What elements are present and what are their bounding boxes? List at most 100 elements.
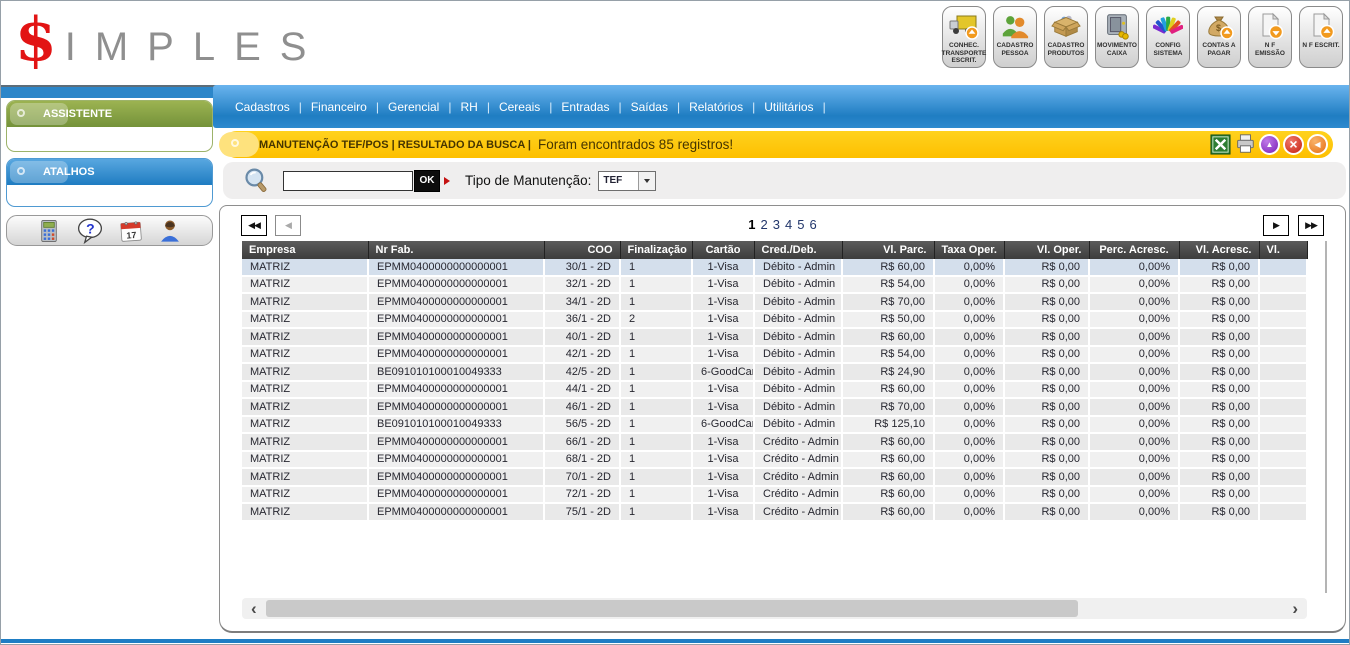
- menu-separator: |: [823, 100, 826, 114]
- column-header-taxa-oper[interactable]: Taxa Oper.: [934, 241, 1004, 259]
- table-cell: 1: [620, 416, 692, 434]
- table-cell: Débito - Admin: [754, 276, 842, 294]
- table-cell: 1: [620, 451, 692, 469]
- user-icon[interactable]: [157, 218, 183, 244]
- column-header-vl-parc[interactable]: Vl. Parc.: [842, 241, 934, 259]
- table-row[interactable]: MATRIZEPMM040000000000000168/1 - 2D11-Vi…: [242, 451, 1307, 469]
- column-header-vl-acresc[interactable]: Vl. Acresc.: [1179, 241, 1259, 259]
- column-header-finalizacao[interactable]: Finalização: [620, 241, 692, 259]
- column-header-vl[interactable]: Vl.: [1259, 241, 1307, 259]
- page-current[interactable]: 1: [748, 217, 755, 232]
- table-row[interactable]: MATRIZBE09101010001004933356/5 - 2D16-Go…: [242, 416, 1307, 434]
- close-icon[interactable]: ×: [1283, 134, 1304, 155]
- table-row[interactable]: MATRIZEPMM040000000000000175/1 - 2D11-Vi…: [242, 503, 1307, 521]
- menu-item-utilitarios[interactable]: Utilitários: [764, 100, 813, 114]
- excel-export-icon[interactable]: [1209, 133, 1231, 155]
- search-bar: OK Tipo de Manutenção: TEF: [223, 162, 1346, 199]
- column-header-coo[interactable]: COO: [544, 241, 620, 259]
- main-menu-bar: Cadastros|Financeiro|Gerencial|RH|Cereai…: [213, 85, 1350, 128]
- scroll-right-icon[interactable]: ›: [1292, 598, 1298, 619]
- search-input[interactable]: [283, 171, 413, 191]
- table-cell: EPMM0400000000000001: [368, 276, 544, 294]
- print-icon[interactable]: [1234, 133, 1256, 155]
- column-header-empresa[interactable]: Empresa: [242, 241, 368, 259]
- assistente-panel-header[interactable]: ASSISTENTE: [7, 101, 212, 127]
- table-cell: R$ 0,00: [1004, 328, 1089, 346]
- table-cell: R$ 60,00: [842, 451, 934, 469]
- toolbar-button-movimento-caixa[interactable]: MOVIMENTO CAIXA: [1095, 6, 1139, 68]
- page-link-4[interactable]: 4: [785, 217, 792, 232]
- table-cell: 0,00%: [934, 381, 1004, 399]
- table-cell: 1-Visa: [692, 293, 754, 311]
- table-row[interactable]: MATRIZEPMM040000000000000136/1 - 2D21-Vi…: [242, 311, 1307, 329]
- atalhos-panel-header[interactable]: ATALHOS: [7, 159, 212, 185]
- pagination-last-button[interactable]: ▶▶: [1298, 215, 1324, 236]
- table-cell: 0,00%: [934, 328, 1004, 346]
- table-row[interactable]: MATRIZEPMM040000000000000144/1 - 2D11-Vi…: [242, 381, 1307, 399]
- back-icon[interactable]: ◀: [1307, 134, 1328, 155]
- column-header-vl-oper[interactable]: Vl. Oper.: [1004, 241, 1089, 259]
- menu-item-gerencial[interactable]: Gerencial: [388, 100, 439, 114]
- toolbar-button-cadastro-produtos[interactable]: CADASTRO PRODUTOS: [1044, 6, 1088, 68]
- table-cell: R$ 125,10: [842, 416, 934, 434]
- scroll-left-icon[interactable]: ‹: [251, 598, 257, 619]
- table-cell: 0,00%: [1089, 276, 1179, 294]
- column-header-cartao[interactable]: Cartão: [692, 241, 754, 259]
- page-link-3[interactable]: 3: [773, 217, 780, 232]
- collapse-icon[interactable]: ▲: [1259, 134, 1280, 155]
- table-row[interactable]: MATRIZEPMM040000000000000130/1 - 2D11-Vi…: [242, 259, 1307, 276]
- column-header-cred-deb[interactable]: Cred./Deb.: [754, 241, 842, 259]
- toolbar-button-nf-emissao[interactable]: N F EMISSÃO: [1248, 6, 1292, 68]
- menu-item-cadastros[interactable]: Cadastros: [235, 100, 290, 114]
- table-row[interactable]: MATRIZEPMM040000000000000146/1 - 2D11-Vi…: [242, 398, 1307, 416]
- table-row[interactable]: MATRIZEPMM040000000000000140/1 - 2D11-Vi…: [242, 328, 1307, 346]
- tipo-manutencao-select[interactable]: TEF: [598, 171, 656, 191]
- toolbar-button-conhec-transporte[interactable]: CONHEC. TRANSPORTE ESCRIT.: [942, 6, 986, 68]
- calculator-icon[interactable]: [36, 218, 62, 244]
- table-cell: [1259, 346, 1307, 364]
- table-cell: [1259, 416, 1307, 434]
- table-cell: 0,00%: [1089, 433, 1179, 451]
- table-cell: R$ 0,00: [1004, 363, 1089, 381]
- pagination-next-button[interactable]: ▶: [1263, 215, 1289, 236]
- select-dropdown-button[interactable]: [638, 172, 655, 190]
- column-header-nr-fab[interactable]: Nr Fab.: [368, 241, 544, 259]
- menu-item-relatorios[interactable]: Relatórios: [689, 100, 743, 114]
- ok-button[interactable]: OK: [414, 170, 440, 192]
- page-link-2[interactable]: 2: [761, 217, 768, 232]
- menu-item-financeiro[interactable]: Financeiro: [311, 100, 367, 114]
- help-icon[interactable]: ?: [75, 217, 105, 245]
- table-cell: 46/1 - 2D: [544, 398, 620, 416]
- vertical-scrollbar[interactable]: [1325, 241, 1327, 593]
- table-row[interactable]: MATRIZEPMM040000000000000142/1 - 2D11-Vi…: [242, 346, 1307, 364]
- toolbar-button-nf-escrit[interactable]: N F ESCRIT.: [1299, 6, 1343, 68]
- svg-text:?: ?: [86, 220, 95, 236]
- menu-item-entradas[interactable]: Entradas: [561, 100, 609, 114]
- table-row[interactable]: MATRIZBE09101010001004933342/5 - 2D16-Go…: [242, 363, 1307, 381]
- status-bullet-icon: [231, 139, 239, 147]
- page-link-5[interactable]: 5: [797, 217, 804, 232]
- toolbar-button-contas-a-pagar[interactable]: $ CONTAS A PAGAR: [1197, 6, 1241, 68]
- table-cell: MATRIZ: [242, 293, 368, 311]
- table-cell: [1259, 503, 1307, 521]
- menu-item-rh[interactable]: RH: [460, 100, 477, 114]
- table-row[interactable]: MATRIZEPMM040000000000000170/1 - 2D11-Vi…: [242, 468, 1307, 486]
- table-row[interactable]: MATRIZEPMM040000000000000132/1 - 2D11-Vi…: [242, 276, 1307, 294]
- table-cell: R$ 50,00: [842, 311, 934, 329]
- menu-item-cereais[interactable]: Cereais: [499, 100, 540, 114]
- table-row[interactable]: MATRIZEPMM040000000000000134/1 - 2D11-Vi…: [242, 293, 1307, 311]
- calendar-icon[interactable]: 17: [118, 218, 144, 244]
- table-cell: EPMM0400000000000001: [368, 433, 544, 451]
- toolbar-button-cadastro-pessoa[interactable]: CADASTRO PESSOA: [993, 6, 1037, 68]
- table-cell: 0,00%: [1089, 363, 1179, 381]
- table-cell: 0,00%: [934, 346, 1004, 364]
- table-cell: 1: [620, 363, 692, 381]
- horizontal-scrollbar[interactable]: ‹ ›: [242, 598, 1307, 619]
- horizontal-scrollbar-thumb[interactable]: [266, 600, 1078, 617]
- table-row[interactable]: MATRIZEPMM040000000000000166/1 - 2D11-Vi…: [242, 433, 1307, 451]
- menu-item-saidas[interactable]: Saídas: [631, 100, 668, 114]
- toolbar-button-config-sistema[interactable]: CONFIG SISTEMA: [1146, 6, 1190, 68]
- table-row[interactable]: MATRIZEPMM040000000000000172/1 - 2D11-Vi…: [242, 486, 1307, 504]
- page-link-6[interactable]: 6: [809, 217, 816, 232]
- column-header-perc-acresc[interactable]: Perc. Acresc.: [1089, 241, 1179, 259]
